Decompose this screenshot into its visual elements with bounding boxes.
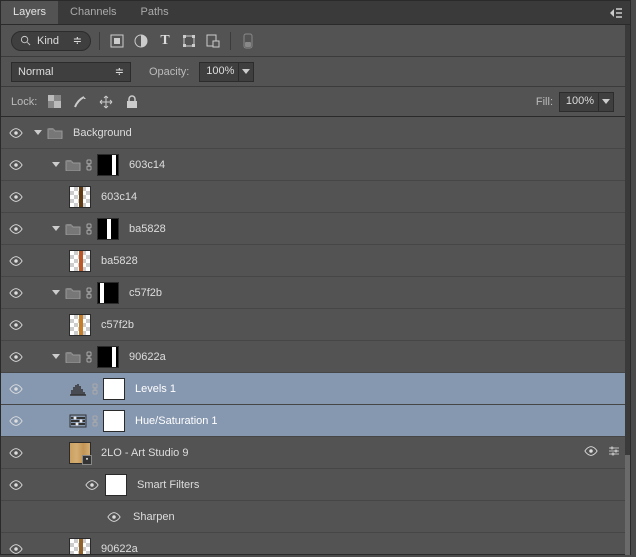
visibility-toggle[interactable] — [7, 223, 25, 235]
filter-mask-thumb[interactable] — [105, 474, 127, 496]
layer-name[interactable]: 603c14 — [101, 191, 137, 203]
visibility-toggle[interactable] — [7, 287, 25, 299]
visibility-toggle[interactable] — [7, 383, 25, 395]
layer-mask-thumb[interactable] — [103, 410, 125, 432]
layer-name[interactable]: Hue/Saturation 1 — [135, 415, 218, 427]
opacity-flyout[interactable] — [238, 62, 254, 82]
layer-filter-bar: Kind ≑ T — [1, 25, 630, 57]
visibility-toggle[interactable] — [7, 319, 25, 331]
visibility-toggle[interactable] — [7, 159, 25, 171]
twist-icon[interactable] — [33, 128, 43, 138]
visibility-toggle[interactable] — [83, 479, 101, 491]
fill-flyout[interactable] — [598, 92, 614, 112]
fill-label: Fill: — [536, 96, 553, 108]
layer-row[interactable]: Hue/Saturation 1 — [1, 405, 630, 437]
twist-icon[interactable] — [51, 352, 61, 362]
layers-list[interactable]: Background 603c14 603c14 ba5828 ba5828 c57f2b… — [1, 117, 630, 554]
twist-icon[interactable] — [51, 224, 61, 234]
lock-label: Lock: — [11, 96, 37, 108]
layer-name[interactable]: ba5828 — [129, 223, 166, 235]
layer-row[interactable]: ba5828 — [1, 245, 630, 277]
hue-saturation-icon — [69, 413, 87, 429]
layer-row[interactable]: ba5828 — [1, 213, 630, 245]
layer-name[interactable]: Sharpen — [133, 511, 175, 523]
panel-tabs: Layers Channels Paths — [1, 1, 630, 25]
layers-panel: Layers Channels Paths Kind ≑ T Normal≑ O… — [0, 0, 631, 555]
layer-name[interactable]: ba5828 — [101, 255, 138, 267]
filter-smartobject-icon[interactable] — [204, 32, 222, 50]
scrollbar[interactable] — [625, 25, 630, 554]
visibility-toggle[interactable] — [7, 191, 25, 203]
layer-name[interactable]: 90622a — [129, 351, 166, 363]
filter-edit-icon[interactable] — [608, 445, 620, 460]
fill-stepper[interactable]: 100% — [559, 92, 614, 112]
layer-name[interactable]: 90622a — [101, 543, 138, 555]
visibility-toggle[interactable] — [7, 415, 25, 427]
filter-type-icon[interactable]: T — [156, 32, 174, 50]
layer-row[interactable]: ▪2LO - Art Studio 9 — [1, 437, 630, 469]
filter-adjustment-icon[interactable] — [132, 32, 150, 50]
visibility-toggle[interactable] — [105, 511, 123, 523]
filter-shape-icon[interactable] — [180, 32, 198, 50]
blend-mode-row: Normal≑ Opacity: 100% — [1, 57, 630, 87]
layer-row[interactable]: 90622a — [1, 533, 630, 554]
layer-row[interactable]: 90622a — [1, 341, 630, 373]
lock-row: Lock: Fill: 100% — [1, 87, 630, 117]
visibility-toggle[interactable] — [7, 447, 25, 459]
layer-row[interactable]: Smart Filters — [1, 469, 630, 501]
lock-transparency-icon[interactable] — [45, 93, 63, 111]
layer-name[interactable]: 2LO - Art Studio 9 — [101, 447, 188, 459]
layer-name[interactable]: Levels 1 — [135, 383, 176, 395]
visibility-toggle[interactable] — [7, 479, 25, 491]
layer-name[interactable]: Smart Filters — [137, 479, 199, 491]
visibility-toggle[interactable] — [7, 351, 25, 363]
layer-row[interactable]: Sharpen — [1, 501, 630, 533]
visibility-toggle[interactable] — [7, 543, 25, 555]
panel-menu-button[interactable] — [602, 1, 630, 24]
layer-name[interactable]: Background — [73, 127, 132, 139]
layer-row[interactable]: 603c14 — [1, 149, 630, 181]
blend-mode-dropdown[interactable]: Normal≑ — [11, 62, 131, 82]
twist-icon[interactable] — [51, 160, 61, 170]
layer-row[interactable]: c57f2b — [1, 309, 630, 341]
tab-layers[interactable]: Layers — [1, 1, 58, 24]
opacity-stepper[interactable]: 100% — [199, 62, 254, 82]
filter-toggle-switch[interactable] — [239, 32, 257, 50]
layer-name[interactable]: 603c14 — [129, 159, 165, 171]
filter-kind-label: Kind — [37, 35, 59, 47]
layer-row[interactable]: 603c14 — [1, 181, 630, 213]
visibility-toggle[interactable] — [7, 127, 25, 139]
filter-pixel-icon[interactable] — [108, 32, 126, 50]
layer-row[interactable]: Levels 1 — [1, 373, 630, 405]
smart-filter-visibility-icon[interactable] — [584, 445, 598, 460]
tab-channels[interactable]: Channels — [58, 1, 128, 24]
lock-position-icon[interactable] — [97, 93, 115, 111]
levels-icon — [69, 381, 87, 397]
tab-paths[interactable]: Paths — [129, 1, 181, 24]
layer-mask-thumb[interactable] — [103, 378, 125, 400]
layer-name[interactable]: c57f2b — [101, 319, 134, 331]
scroll-thumb[interactable] — [625, 455, 630, 555]
lock-image-icon[interactable] — [71, 93, 89, 111]
layer-row[interactable]: Background — [1, 117, 630, 149]
flyout-icon — [610, 8, 622, 18]
layer-row[interactable]: c57f2b — [1, 277, 630, 309]
search-icon — [20, 35, 31, 46]
visibility-toggle[interactable] — [7, 255, 25, 267]
opacity-label: Opacity: — [149, 66, 189, 78]
filter-kind-dropdown[interactable]: Kind ≑ — [11, 31, 91, 51]
lock-all-icon[interactable] — [123, 93, 141, 111]
twist-icon[interactable] — [51, 288, 61, 298]
layer-name[interactable]: c57f2b — [129, 287, 162, 299]
